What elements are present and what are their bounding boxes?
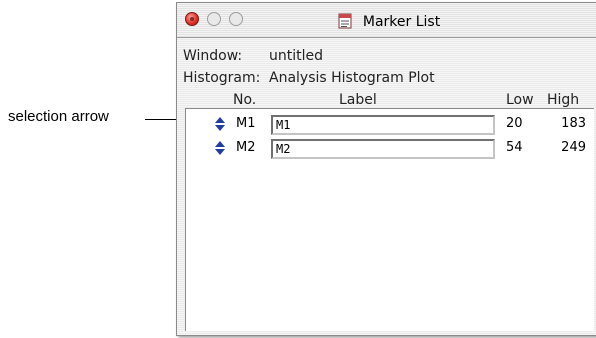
histogram-info-label: Histogram:: [183, 70, 261, 86]
selection-arrow-icon[interactable]: [214, 116, 226, 132]
marker-list-window: Marker List Window: untitled Histogram: …: [176, 2, 596, 336]
marker-label-input[interactable]: M1: [271, 115, 495, 135]
window-title: Marker List: [362, 14, 441, 30]
table-row[interactable]: M2 M2 54 249: [186, 137, 594, 159]
column-header-no: No.: [233, 92, 257, 108]
window-info-value: untitled: [269, 48, 324, 64]
marker-low-value: 54: [506, 140, 523, 155]
marker-high-value: 183: [561, 116, 586, 131]
column-header-high: High: [547, 92, 580, 108]
marker-list-icon: [338, 13, 352, 29]
marker-number: M2: [236, 140, 256, 155]
table-row[interactable]: M1 M1 20 183: [186, 113, 594, 135]
column-header-label: Label: [339, 92, 377, 108]
selection-arrow-icon[interactable]: [214, 140, 226, 156]
title-bar[interactable]: Marker List: [177, 3, 596, 38]
marker-label-input[interactable]: M2: [271, 139, 495, 159]
window-content: Window: untitled Histogram: Analysis His…: [177, 38, 596, 335]
selection-arrow-callout: selection arrow: [8, 108, 109, 125]
marker-low-value: 20: [506, 116, 523, 131]
marker-number: M1: [236, 116, 256, 131]
window-title-wrap: Marker List: [177, 11, 596, 30]
column-header-low: Low: [506, 92, 534, 108]
marker-table: M1 M1 20 183 M2 M2 54 249: [185, 108, 594, 331]
histogram-info-value: Analysis Histogram Plot: [269, 70, 435, 86]
window-info-label: Window:: [183, 48, 243, 64]
marker-high-value: 249: [561, 140, 586, 155]
